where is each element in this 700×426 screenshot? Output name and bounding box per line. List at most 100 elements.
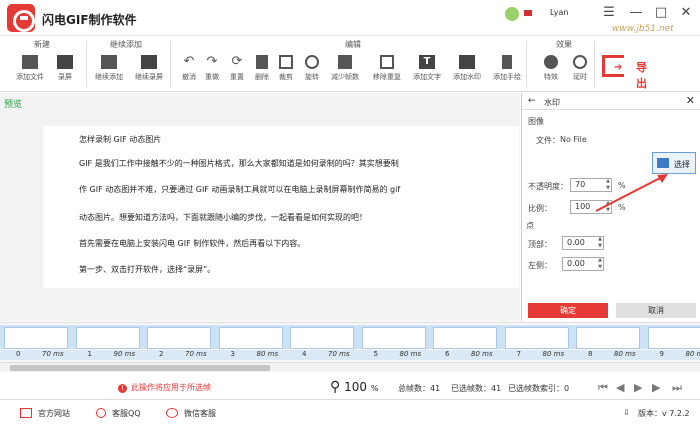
close-icon[interactable]: ✕ (677, 5, 695, 20)
panel-title: 水印 (544, 98, 560, 107)
selected-index: 已选帧数索引：0 (508, 384, 570, 393)
frame-delay: 80 ms (471, 350, 493, 358)
file-label: 文件： (536, 136, 560, 145)
frame-thumbnail[interactable] (361, 327, 426, 349)
film-minus-icon (338, 55, 352, 69)
reduce-frames-button[interactable]: 减少帧数 (326, 55, 364, 82)
opacity-stepper[interactable]: ▲ ▼ (604, 178, 612, 192)
wechat-label: 微信客服 (184, 409, 216, 418)
frame-thumbnail[interactable] (218, 327, 283, 349)
frame-thumbnail[interactable] (504, 327, 569, 349)
add-watermark-button[interactable]: 添加水印 (448, 55, 486, 82)
frame-index: 1 (87, 350, 92, 358)
file-icon (22, 55, 38, 69)
zoom-unit: % (370, 384, 379, 393)
close-icon[interactable]: ✕ (686, 94, 695, 107)
frame-thumbnail[interactable] (147, 327, 211, 349)
add-brush-button[interactable]: 添加手绘 (488, 55, 526, 82)
remove-duplicate-button[interactable]: 移除重复 (368, 55, 406, 82)
website-link[interactable]: 官方网站 (20, 408, 70, 419)
minimize-icon[interactable]: — (627, 5, 645, 20)
scrollbar-thumb[interactable] (10, 365, 270, 371)
maximize-icon[interactable]: □ (652, 5, 670, 20)
brush-icon (502, 55, 512, 69)
cancel-button[interactable]: 取消 (616, 303, 696, 318)
camera-icon (141, 55, 157, 69)
scale-unit: % (618, 203, 626, 212)
play-icon[interactable]: ▶ (634, 381, 642, 394)
frame-thumbnail[interactable] (433, 327, 497, 349)
qq-support-link[interactable]: 客服QQ (96, 408, 141, 419)
doc-line: 作 GIF 动态图并不难，只要通过 GIF 动画录制工具就可以在电脑上录制屏幕制… (79, 185, 401, 194)
first-frame-icon[interactable]: ⏮ (598, 381, 608, 395)
frame-delay: 80 ms (614, 350, 636, 358)
group-edit-label: 编辑 (345, 40, 361, 49)
record-label: 录屏 (58, 73, 72, 81)
record-button[interactable]: 录屏 (46, 55, 84, 82)
frame-thumbnail[interactable] (4, 327, 68, 349)
top-stepper[interactable]: ▲ ▼ (596, 236, 604, 250)
doc-line: 动态图片。想要知道方法吗，下面就跟随小编的步伐，一起看看是如何实现的吧！ (79, 213, 367, 222)
scale-stepper[interactable]: ▲ ▼ (604, 200, 612, 214)
image-section-label: 图像 (528, 117, 544, 126)
frame-index: 6 (445, 350, 450, 358)
frame-index: 5 (373, 350, 378, 358)
user-name[interactable]: Lyan (550, 8, 568, 17)
frame-delay: 70 ms (185, 350, 207, 358)
continue-record-label: 继续录屏 (135, 73, 163, 81)
frame-thumbnail[interactable] (647, 327, 700, 349)
wechat-support-link[interactable]: 微信客服 (166, 408, 216, 419)
menu-icon[interactable]: ☰ (600, 5, 618, 20)
watermark-panel: ← 水印 ✕ 图像 文件： No File 选择 不透明度： 70 ▲ ▼ % 比… (521, 93, 700, 321)
ok-button[interactable]: 确定 (528, 303, 608, 318)
wechat-icon (166, 408, 178, 418)
frame-thumbnail[interactable] (576, 327, 640, 349)
effects-icon (544, 55, 558, 69)
doc-line: 第一步、双击打开软件，选择“录屏”。 (79, 265, 216, 274)
duplicate-icon (380, 55, 394, 69)
version-label: 版本：v 7.2.2 (638, 409, 690, 418)
add-watermark-label: 添加水印 (453, 73, 481, 81)
continue-record-button[interactable]: 继续录屏 (130, 55, 168, 82)
add-file-button[interactable]: 添加文件 (11, 55, 49, 82)
download-icon[interactable]: ⇩ (623, 408, 630, 417)
frame-delay: 80 ms (399, 350, 422, 358)
opacity-unit: % (618, 181, 626, 190)
frame-thumbnail[interactable] (75, 327, 140, 349)
frame-index: 8 (588, 350, 593, 358)
frame-index: 3 (230, 350, 235, 358)
previous-frame-icon[interactable]: ◀ (616, 381, 624, 394)
choose-image-button[interactable]: 选择 (652, 152, 696, 174)
file-value: No File (560, 135, 587, 144)
zoom-value[interactable]: 100 (344, 380, 367, 394)
diamond-icon[interactable] (524, 10, 532, 16)
divider (526, 41, 527, 87)
panel-header: ← 水印 ✕ (522, 93, 700, 110)
file-add-icon (101, 55, 117, 69)
next-frame-icon[interactable]: ▶ (652, 381, 660, 394)
export-arrow-icon: ➔ (614, 62, 623, 73)
warning-message: ! 此操作将应用于所选帧 (118, 382, 211, 393)
frame-delay: 70 ms (328, 350, 350, 358)
add-file-label: 添加文件 (16, 73, 44, 81)
opacity-label: 不透明度： (528, 182, 568, 191)
footer-bar: 官方网站 客服QQ 微信客服 ⇩ 版本：v 7.2.2 (0, 400, 700, 426)
frame-thumbnail[interactable] (290, 327, 354, 349)
app-logo-icon (7, 4, 35, 32)
camera-icon (57, 55, 73, 69)
thumbnail-strip[interactable] (0, 325, 700, 349)
delay-button[interactable]: 延时 (561, 55, 599, 82)
warning-icon: ! (118, 384, 127, 393)
add-text-label: 添加文字 (413, 73, 441, 81)
last-frame-icon[interactable]: ⏭ (672, 381, 682, 395)
continue-add-button[interactable]: 继续添加 (90, 55, 128, 82)
left-stepper[interactable]: ▲ ▼ (596, 257, 604, 271)
zoom-control[interactable]: ⚲ 100 % (330, 379, 378, 395)
add-text-button[interactable]: T 添加文字 (408, 55, 446, 82)
back-icon[interactable]: ← (528, 96, 536, 106)
warning-text: 此操作将应用于所选帧 (131, 383, 211, 392)
timeline-scrollbar[interactable] (0, 362, 700, 372)
avatar-icon[interactable] (505, 7, 519, 21)
frame-index: 0 (16, 350, 21, 358)
group-continue-add-label: 继续添加 (110, 40, 142, 49)
